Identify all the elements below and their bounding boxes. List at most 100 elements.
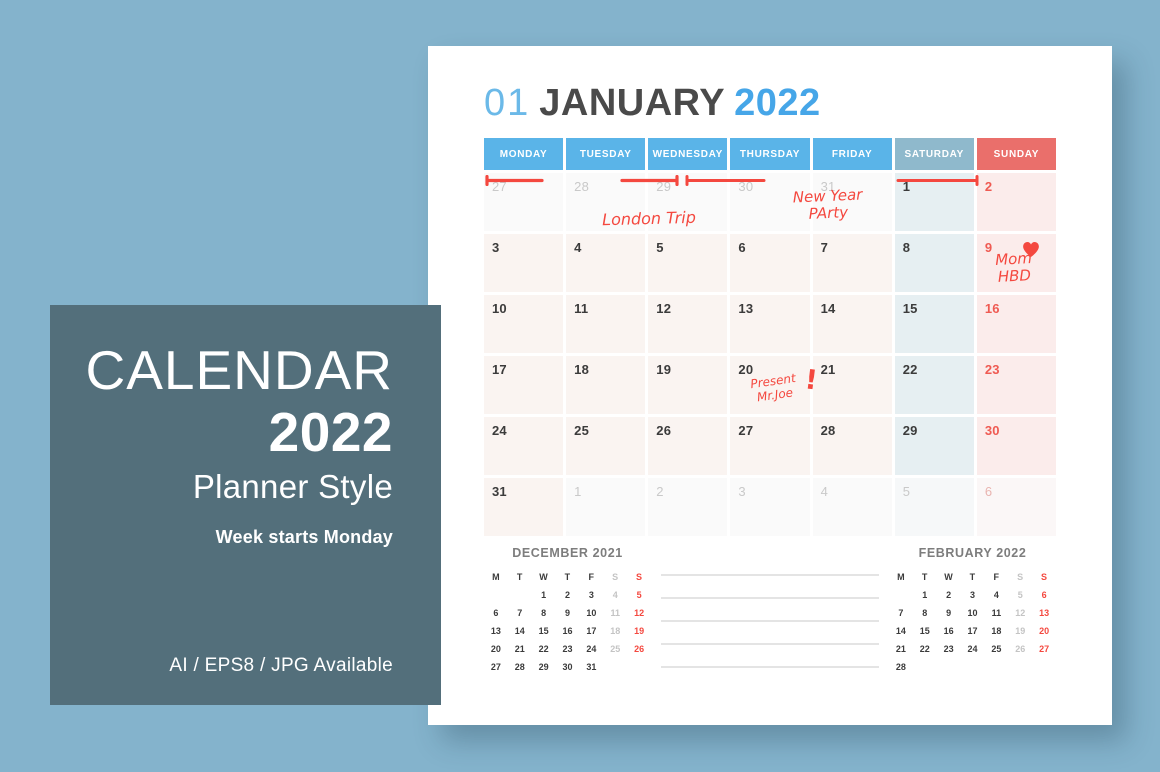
mini-day[interactable]: 27 xyxy=(484,662,508,672)
day-cell[interactable]: 3 xyxy=(484,234,564,292)
mini-day[interactable]: 4 xyxy=(984,590,1008,600)
day-cell[interactable]: 5 xyxy=(894,478,974,536)
mini-day[interactable]: 15 xyxy=(913,626,937,636)
mini-day[interactable]: 26 xyxy=(1008,644,1032,654)
mini-day[interactable]: 14 xyxy=(508,626,532,636)
mini-day[interactable]: 23 xyxy=(556,644,580,654)
day-cell[interactable]: 29 xyxy=(894,417,974,475)
mini-day[interactable]: 28 xyxy=(508,662,532,672)
mini-day[interactable]: 25 xyxy=(603,644,627,654)
mini-day[interactable]: 10 xyxy=(961,608,985,618)
day-cell[interactable]: 13 xyxy=(730,295,810,353)
day-cell[interactable]: 21 xyxy=(812,356,892,414)
mini-day[interactable]: 19 xyxy=(627,626,651,636)
mini-day[interactable]: 18 xyxy=(603,626,627,636)
day-cell[interactable]: 1 xyxy=(894,173,974,231)
mini-day[interactable]: 31 xyxy=(579,662,603,672)
day-cell[interactable]: 27 xyxy=(730,417,810,475)
mini-day[interactable]: 25 xyxy=(984,644,1008,654)
mini-day[interactable]: 18 xyxy=(984,626,1008,636)
mini-day[interactable]: 21 xyxy=(508,644,532,654)
day-cell[interactable]: 23 xyxy=(976,356,1056,414)
mini-day[interactable]: 12 xyxy=(627,608,651,618)
mini-day[interactable]: 6 xyxy=(484,608,508,618)
mini-day[interactable]: 3 xyxy=(961,590,985,600)
mini-day[interactable]: 20 xyxy=(1032,626,1056,636)
mini-day[interactable]: 21 xyxy=(889,644,913,654)
day-cell[interactable]: 20 xyxy=(730,356,810,414)
mini-day[interactable]: 4 xyxy=(603,590,627,600)
day-cell[interactable]: 29 xyxy=(648,173,728,231)
mini-day[interactable]: 10 xyxy=(579,608,603,618)
day-cell[interactable]: 2 xyxy=(976,173,1056,231)
mini-day[interactable]: 28 xyxy=(889,662,913,672)
mini-day[interactable]: 24 xyxy=(579,644,603,654)
day-cell[interactable]: 3 xyxy=(730,478,810,536)
mini-day[interactable]: 23 xyxy=(937,644,961,654)
day-cell[interactable]: 5 xyxy=(648,234,728,292)
mini-day[interactable]: 2 xyxy=(937,590,961,600)
day-cell[interactable]: 30 xyxy=(730,173,810,231)
mini-day[interactable]: 7 xyxy=(508,608,532,618)
mini-day[interactable]: 9 xyxy=(556,608,580,618)
day-cell[interactable]: 30 xyxy=(976,417,1056,475)
mini-day[interactable]: 5 xyxy=(627,590,651,600)
day-cell[interactable]: 10 xyxy=(484,295,564,353)
mini-day[interactable]: 17 xyxy=(961,626,985,636)
mini-day[interactable]: 16 xyxy=(556,626,580,636)
mini-day[interactable]: 2 xyxy=(556,590,580,600)
day-cell[interactable]: 27 xyxy=(484,173,564,231)
mini-day[interactable]: 30 xyxy=(556,662,580,672)
mini-day[interactable]: 8 xyxy=(913,608,937,618)
day-cell[interactable]: 8 xyxy=(894,234,974,292)
day-cell[interactable]: 4 xyxy=(812,478,892,536)
mini-day[interactable]: 24 xyxy=(961,644,985,654)
mini-day[interactable]: 22 xyxy=(532,644,556,654)
day-cell[interactable]: 6 xyxy=(730,234,810,292)
day-cell[interactable]: 31 xyxy=(484,478,564,536)
mini-day[interactable]: 3 xyxy=(579,590,603,600)
day-cell[interactable]: 16 xyxy=(976,295,1056,353)
mini-day[interactable]: 29 xyxy=(532,662,556,672)
day-cell[interactable]: 11 xyxy=(566,295,646,353)
day-cell[interactable]: 28 xyxy=(812,417,892,475)
mini-day[interactable]: 9 xyxy=(937,608,961,618)
day-cell[interactable]: 14 xyxy=(812,295,892,353)
mini-day[interactable]: 1 xyxy=(913,590,937,600)
day-cell[interactable]: 19 xyxy=(648,356,728,414)
mini-day[interactable]: 6 xyxy=(1032,590,1056,600)
mini-day[interactable]: 19 xyxy=(1008,626,1032,636)
day-cell[interactable]: 31 xyxy=(812,173,892,231)
mini-day[interactable]: 7 xyxy=(889,608,913,618)
day-cell[interactable]: 4 xyxy=(566,234,646,292)
mini-day[interactable]: 8 xyxy=(532,608,556,618)
day-cell[interactable]: 25 xyxy=(566,417,646,475)
day-cell[interactable]: 6 xyxy=(976,478,1056,536)
mini-day[interactable]: 13 xyxy=(484,626,508,636)
day-cell[interactable]: 12 xyxy=(648,295,728,353)
day-cell[interactable]: 17 xyxy=(484,356,564,414)
mini-day[interactable]: 14 xyxy=(889,626,913,636)
mini-day[interactable]: 27 xyxy=(1032,644,1056,654)
mini-day[interactable]: 17 xyxy=(579,626,603,636)
day-cell[interactable]: 9 xyxy=(976,234,1056,292)
mini-day[interactable]: 12 xyxy=(1008,608,1032,618)
mini-day[interactable]: 26 xyxy=(627,644,651,654)
day-cell[interactable]: 7 xyxy=(812,234,892,292)
mini-day[interactable]: 22 xyxy=(913,644,937,654)
mini-day[interactable]: 1 xyxy=(532,590,556,600)
mini-day[interactable]: 13 xyxy=(1032,608,1056,618)
day-cell[interactable]: 24 xyxy=(484,417,564,475)
mini-day[interactable]: 11 xyxy=(984,608,1008,618)
day-cell[interactable]: 26 xyxy=(648,417,728,475)
day-cell[interactable]: 22 xyxy=(894,356,974,414)
mini-day[interactable]: 16 xyxy=(937,626,961,636)
day-cell[interactable]: 18 xyxy=(566,356,646,414)
day-cell[interactable]: 1 xyxy=(566,478,646,536)
day-cell[interactable]: 28 xyxy=(566,173,646,231)
day-cell[interactable]: 2 xyxy=(648,478,728,536)
mini-day[interactable]: 11 xyxy=(603,608,627,618)
mini-day[interactable]: 20 xyxy=(484,644,508,654)
mini-day[interactable]: 15 xyxy=(532,626,556,636)
day-cell[interactable]: 15 xyxy=(894,295,974,353)
